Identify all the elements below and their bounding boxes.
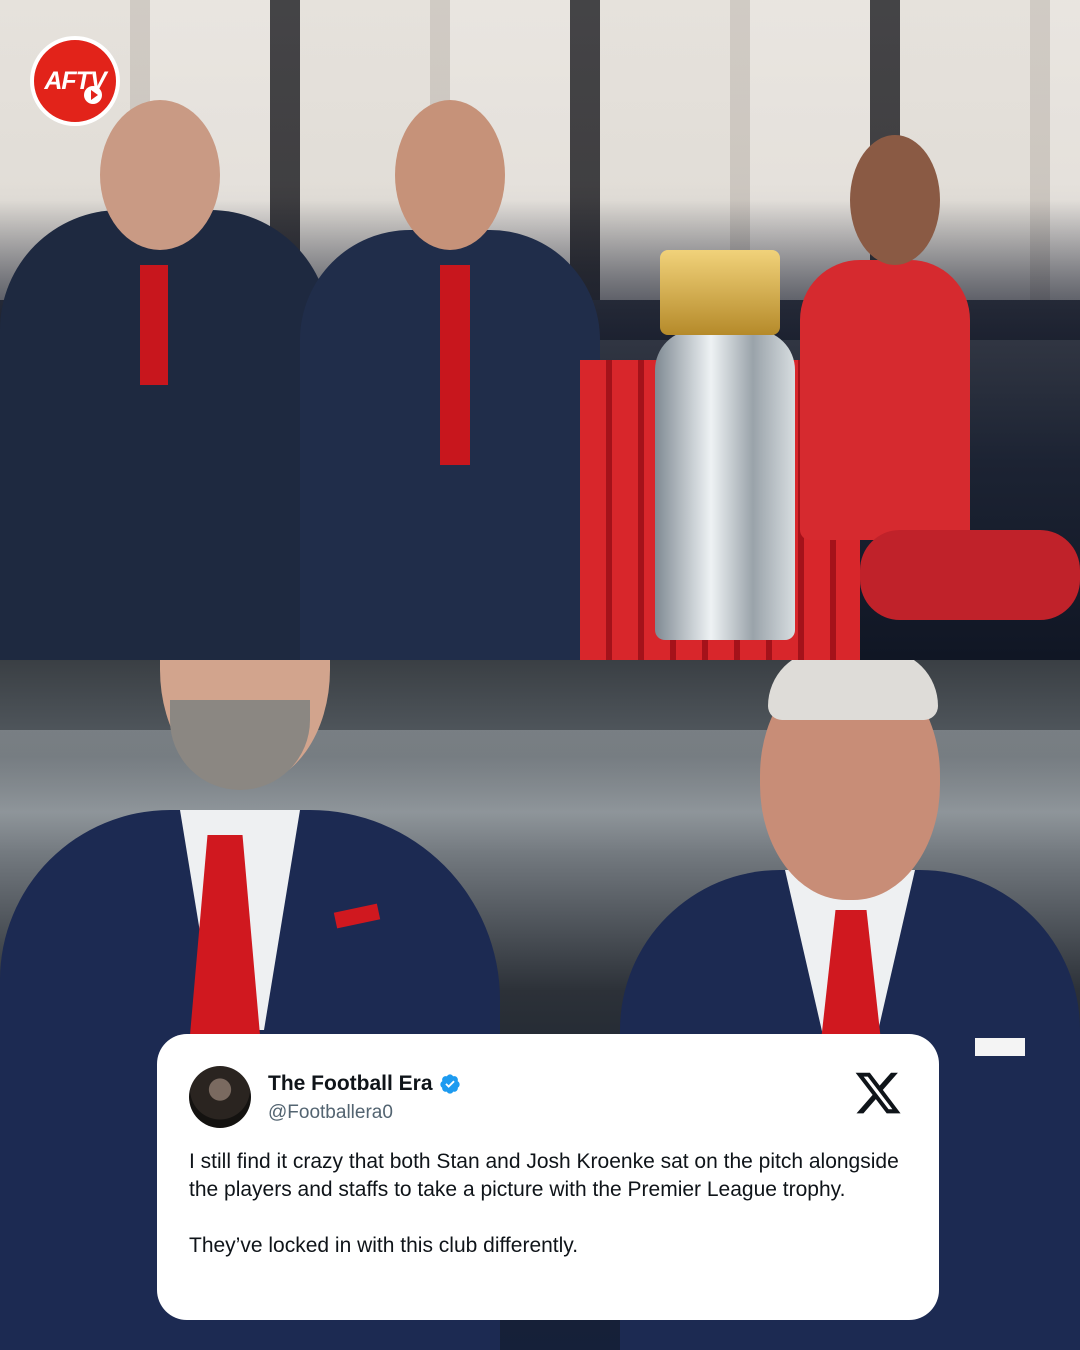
head-left [100, 100, 220, 250]
tweet-paragraph: I still find it crazy that both Stan and… [189, 1150, 899, 1201]
display-name[interactable]: The Football Era [268, 1072, 433, 1096]
name-row: The Football Era [268, 1072, 461, 1096]
player-head [850, 135, 940, 265]
user-handle[interactable]: @Footballera0 [268, 1102, 393, 1124]
tweet-header: The Football Era @Footballera0 [189, 1064, 907, 1128]
tweet-card[interactable]: The Football Era @Footballera0 I still f… [157, 1034, 939, 1320]
play-icon [84, 86, 102, 104]
tie-left [140, 265, 168, 385]
post-image: AFTV The Football Era @Footballera0 I st… [0, 0, 1080, 1350]
head-middle [395, 100, 505, 250]
team-photo-with-trophy [0, 0, 1080, 660]
man-right-hair [768, 660, 938, 720]
player-legs [860, 530, 1080, 620]
pocket-square-right [975, 1038, 1025, 1056]
verified-badge-icon [439, 1074, 460, 1094]
premier-league-trophy [655, 330, 795, 640]
tweet-body: I still find it crazy that both Stan and… [189, 1148, 907, 1260]
tie-middle [440, 265, 470, 465]
player-red-kit [800, 260, 970, 540]
aftv-logo: AFTV [30, 36, 120, 126]
x-logo-icon[interactable] [853, 1068, 903, 1118]
avatar[interactable] [189, 1066, 251, 1128]
trophy-crown [660, 250, 780, 335]
tweet-paragraph: They’ve locked in with this club differe… [189, 1234, 579, 1257]
